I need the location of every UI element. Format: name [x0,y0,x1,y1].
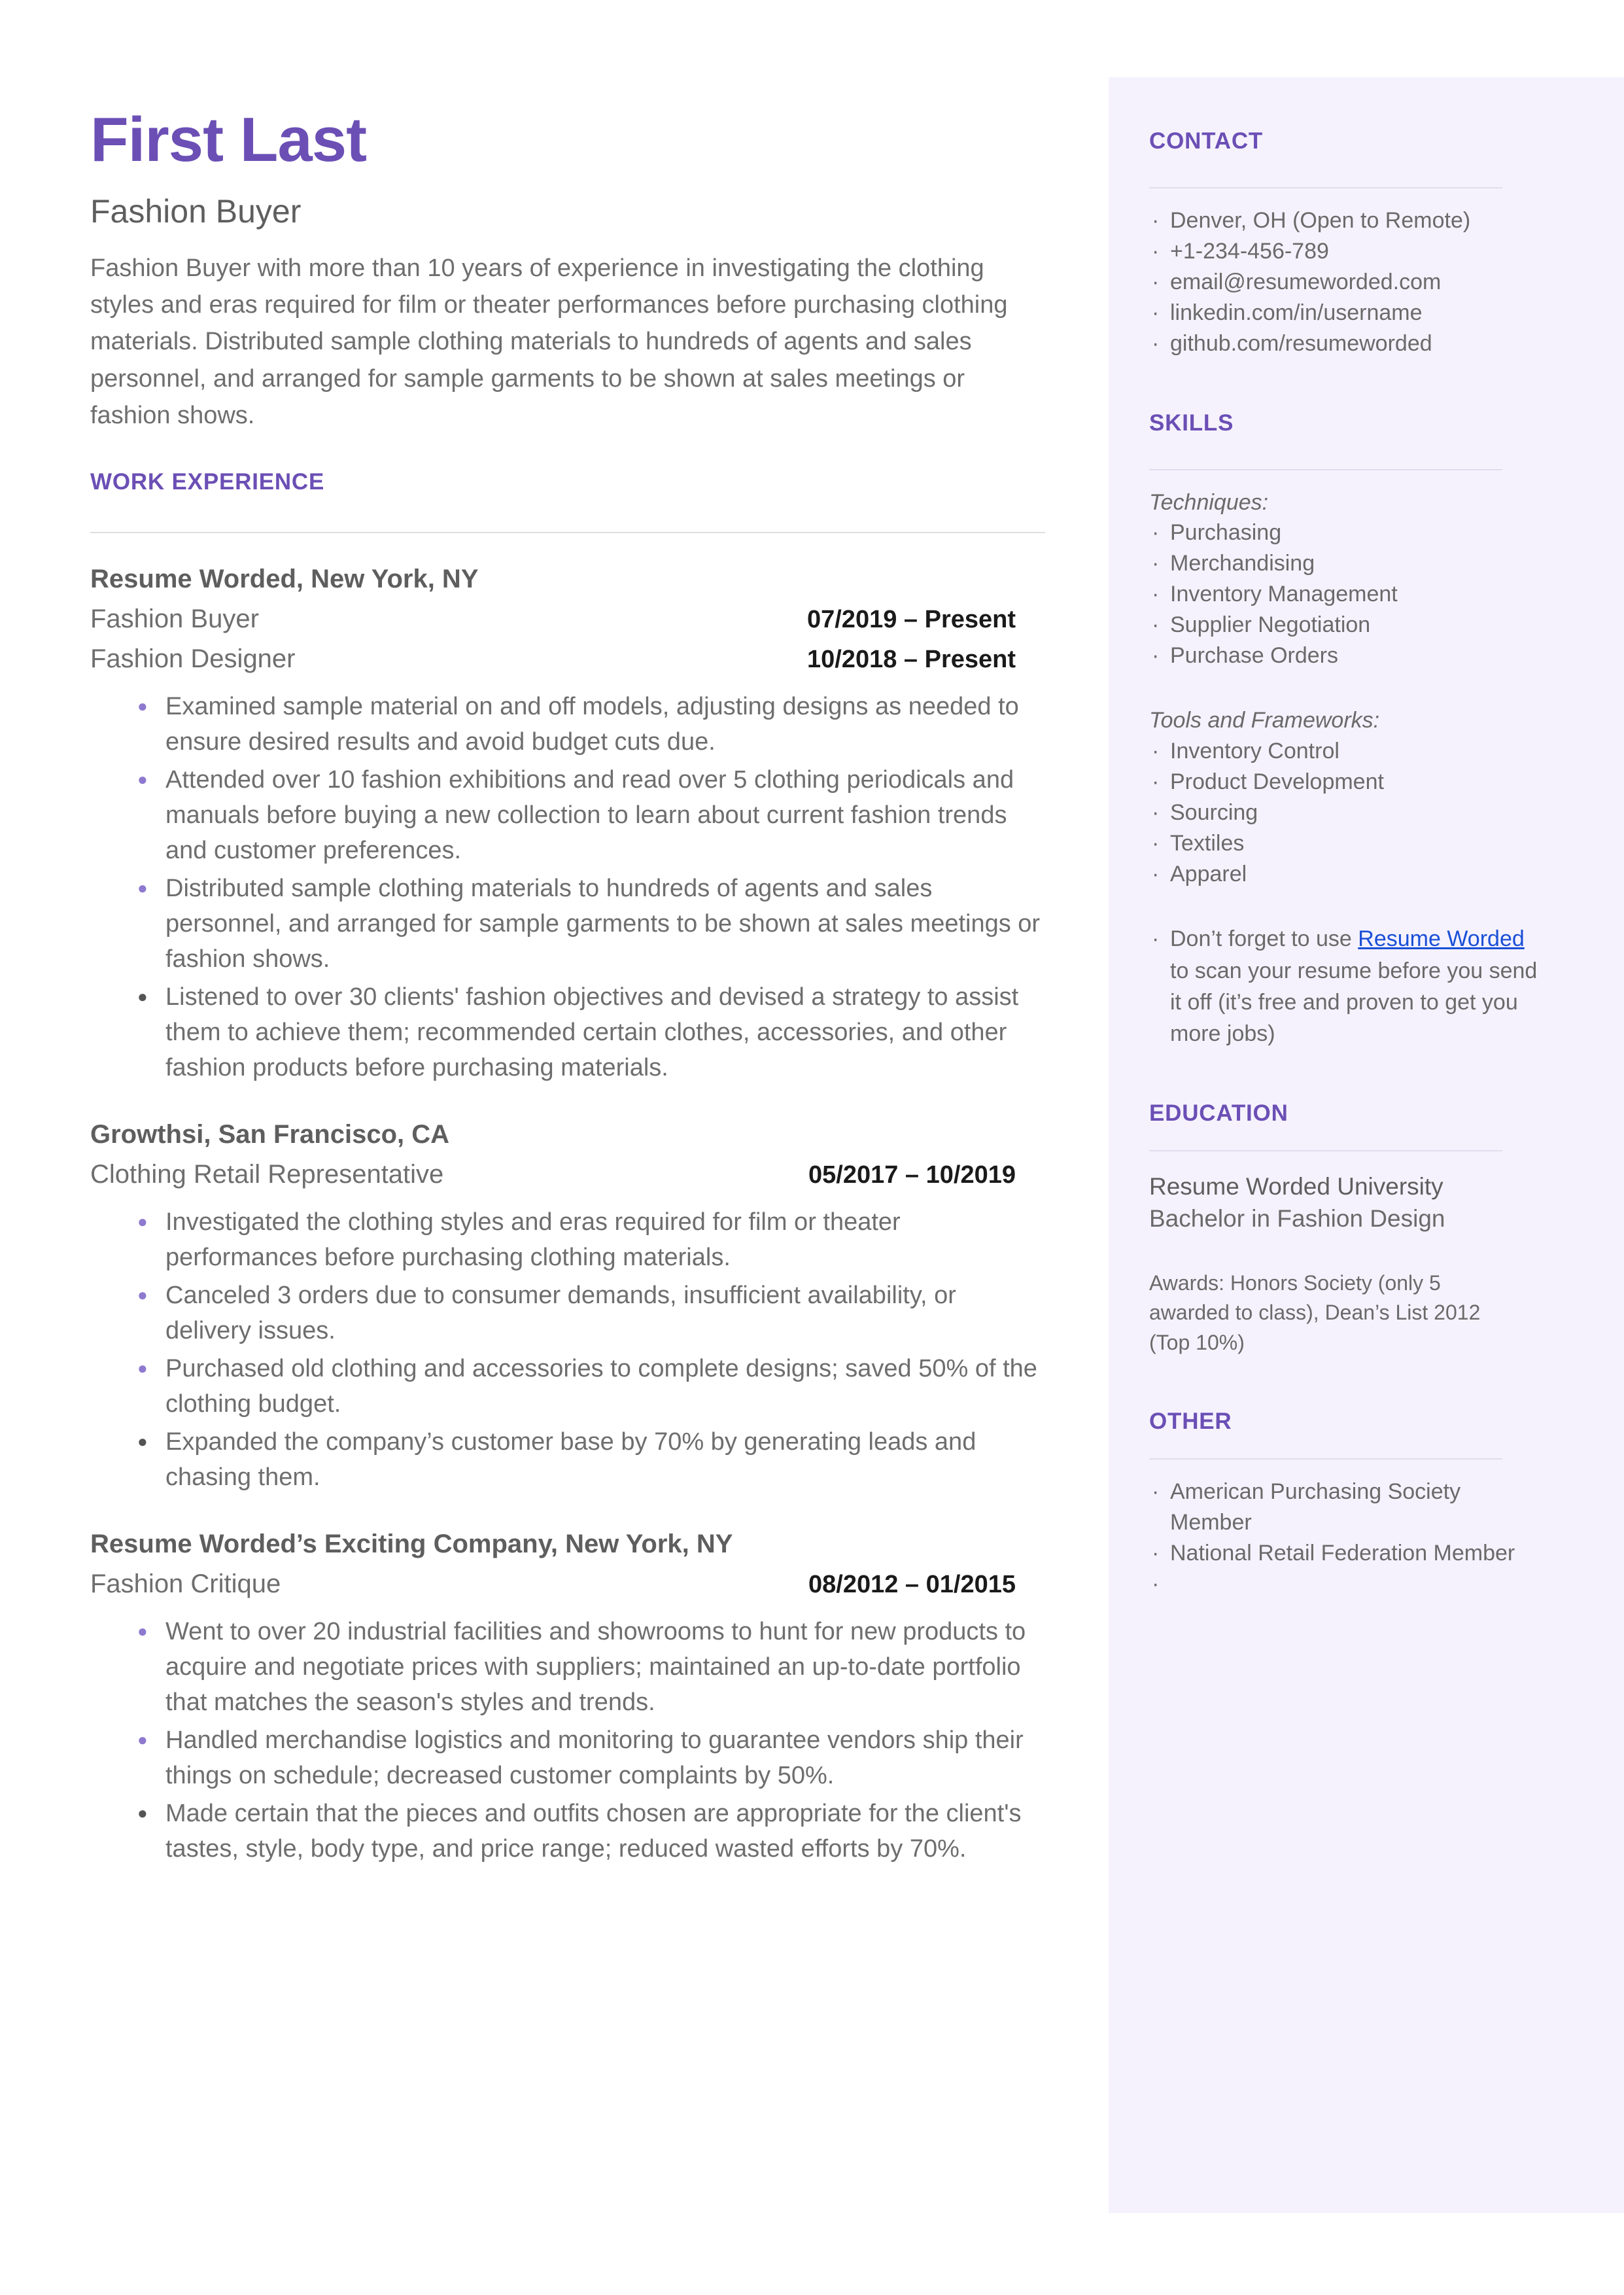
sidebar: CONTACT Denver, OH (Open to Remote) +1-2… [1109,77,1624,2213]
job-bullet: Canceled 3 orders due to consumer demand… [90,1278,1042,1349]
candidate-headline: Fashion Buyer [90,193,302,230]
job-role-title: Fashion Designer [90,644,296,673]
education-degree: Bachelor in Fashion Design [1149,1204,1445,1232]
job-role-title: Fashion Critique [90,1569,281,1598]
job-entry: Resume Worded, New York, NY Fashion Buye… [90,533,1048,1085]
job-bullet-list: Examined sample material on and off mode… [90,675,1048,1085]
job-bullet: Expanded the company’s customer base by … [90,1425,1042,1496]
education-awards: Awards: Honors Society (only 5 awarded t… [1149,1270,1481,1354]
contact-list: Denver, OH (Open to Remote) +1-234-456-7… [1149,188,1624,359]
job-bullet-list: Went to over 20 industrial facilities an… [90,1600,1048,1867]
job-role-dates: 10/2018 – Present [806,645,1016,673]
job-role-row: Fashion Critique 08/2012 – 01/2015 [90,1561,1016,1601]
section-title-work-experience: WORK EXPERIENCE [90,469,325,495]
job-company: Growthsi, San Francisco, CA [90,1119,450,1149]
job-role-row: Clothing Retail Representative 05/2017 –… [90,1151,1016,1191]
contact-email[interactable]: email@resumeworded.com [1149,267,1536,298]
job-bullet: Purchased old clothing and accessories t… [90,1352,1042,1422]
skills-list-techniques: Purchasing Merchandising Inventory Manag… [1149,517,1624,671]
skill-item: Apparel [1149,859,1536,890]
section-title-contact: CONTACT [1149,128,1264,154]
section-title-skills: SKILLS [1149,410,1234,436]
job-entry: Resume Worded’s Exciting Company, New Yo… [90,1498,1048,1867]
other-list: American Purchasing Society Member Natio… [1149,1460,1624,1600]
skills-group-label-techniques: Techniques: [1149,489,1269,515]
promo-text-after: to scan your resume before you send it o… [1170,958,1538,1047]
skills-list-tools: Inventory Control Product Development So… [1149,736,1624,890]
job-bullet: Handled merchandise logistics and monito… [90,1723,1042,1794]
job-role-row: Fashion Buyer 07/2019 – Present [90,596,1016,636]
section-title-education: EDUCATION [1149,1100,1288,1127]
job-role-title: Fashion Buyer [90,604,259,634]
skill-item: Purchasing [1149,517,1536,548]
job-bullet-list: Investigated the clothing styles and era… [90,1191,1048,1496]
skill-item: Merchandising [1149,548,1536,579]
resume-worded-link[interactable]: Resume Worded [1358,926,1525,951]
contact-linkedin[interactable]: linkedin.com/in/username [1149,298,1536,328]
skill-item: Inventory Management [1149,579,1536,610]
skill-item: Purchase Orders [1149,640,1536,671]
job-bullet: Made certain that the pieces and outfits… [90,1796,1042,1867]
job-company: Resume Worded’s Exciting Company, New Yo… [90,1529,733,1558]
job-role-title: Clothing Retail Representative [90,1159,444,1189]
job-role-dates: 07/2019 – Present [806,606,1016,634]
skill-item: Supplier Negotiation [1149,610,1536,640]
skill-item: Sourcing [1149,797,1536,828]
job-bullet: Attended over 10 fashion exhibitions and… [90,763,1042,869]
skills-group-label-tools: Tools and Frameworks: [1149,707,1380,733]
job-bullet: Distributed sample clothing materials to… [90,871,1042,977]
section-title-other: OTHER [1149,1408,1232,1434]
job-bullet: Listened to over 30 clients' fashion obj… [90,980,1042,1086]
contact-location: Denver, OH (Open to Remote) [1149,205,1536,236]
skill-item: Inventory Control [1149,736,1536,767]
job-role-dates: 08/2012 – 01/2015 [808,1570,1016,1598]
other-item: American Purchasing Society Member [1149,1477,1536,1538]
job-bullet: Investigated the clothing styles and era… [90,1205,1042,1276]
other-item: National Retail Federation Member [1149,1538,1536,1569]
main-content-column: First Last Fashion Buyer Fashion Buyer w… [90,0,1048,1870]
skill-item: Textiles [1149,828,1536,859]
education-school: Resume Worded University [1149,1173,1443,1200]
job-bullet: Examined sample material on and off mode… [90,690,1042,760]
promo-text-before: Don’t forget to use [1170,926,1358,952]
job-role-row: Fashion Designer 10/2018 – Present [90,636,1016,676]
professional-summary: Fashion Buyer with more than 10 years of… [90,254,1008,429]
skill-item: Product Development [1149,767,1536,797]
job-bullet: Went to over 20 industrial facilities an… [90,1615,1042,1721]
job-company: Resume Worded, New York, NY [90,565,479,594]
candidate-name: First Last [90,105,367,175]
resume-worded-promo: Don’t forget to use Resume Worded to sca… [1149,923,1543,1049]
contact-github[interactable]: github.com/resumeworded [1149,328,1536,359]
contact-phone[interactable]: +1-234-456-789 [1149,236,1536,267]
job-entry: Growthsi, San Francisco, CA Clothing Ret… [90,1089,1048,1496]
job-role-dates: 05/2017 – 10/2019 [808,1161,1016,1189]
